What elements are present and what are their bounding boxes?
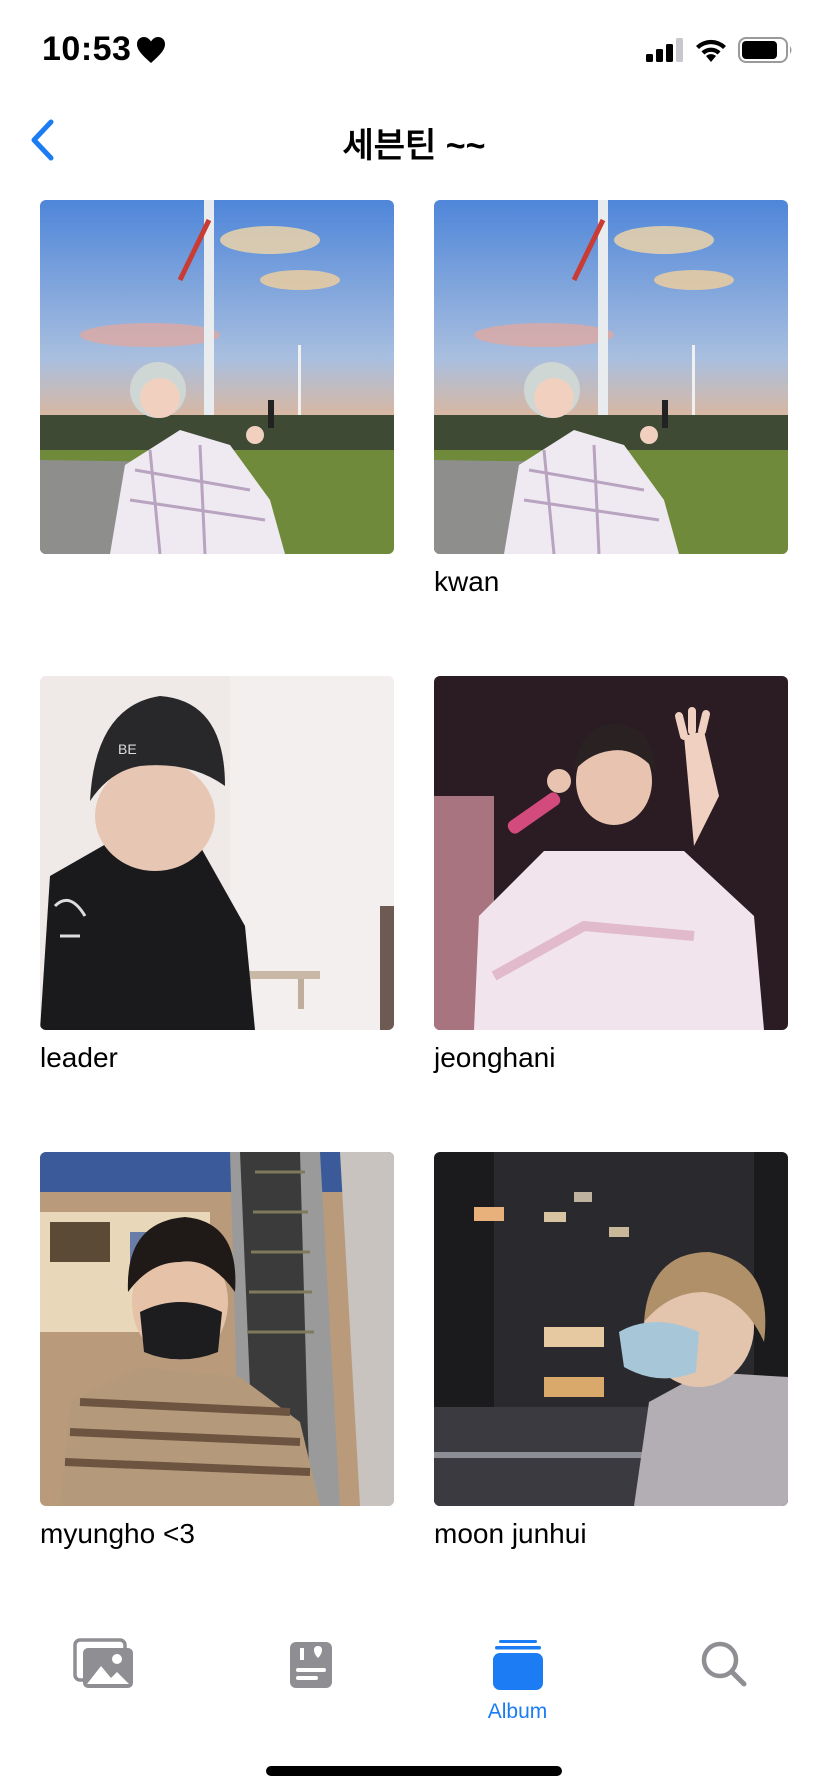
svg-text:BE: BE	[118, 741, 137, 757]
album-thumbnail	[434, 200, 788, 554]
tab-albums-label: Album	[487, 1700, 548, 1723]
album-title: kwan	[434, 566, 500, 597]
album-title: myungho <3	[40, 1518, 195, 1549]
tab-bar: Album	[0, 1620, 828, 1740]
navigation-bar: 세븐틴 ~~	[0, 100, 828, 180]
album-thumbnail	[40, 200, 394, 554]
status-bar: 10:53	[0, 0, 828, 100]
album-title: leader	[40, 1042, 118, 1073]
album-thumbnail: BE	[40, 676, 394, 1030]
album-thumbnail	[434, 676, 788, 1030]
album-grid: kwan BE leader jeonghani myungho <3 moon…	[40, 200, 788, 1556]
search-icon	[701, 1641, 746, 1687]
for-you-icon	[289, 1642, 332, 1688]
album-title	[40, 554, 394, 604]
album-card[interactable]: kwan	[434, 200, 788, 604]
page-title: 세븐틴 ~~	[342, 127, 486, 165]
wifi-icon	[696, 39, 726, 62]
status-time: 10:53	[42, 30, 132, 68]
album-thumbnail	[434, 1152, 788, 1506]
album-title: jeonghani	[434, 1042, 556, 1073]
tab-albums[interactable]: Album	[414, 1620, 621, 1740]
photos-library-icon	[72, 1638, 133, 1688]
battery-icon	[738, 37, 792, 63]
album-title: moon junhui	[434, 1518, 587, 1549]
tab-search[interactable]	[621, 1620, 828, 1740]
cellular-signal-icon	[646, 38, 683, 62]
heart-icon	[137, 37, 165, 63]
tab-library[interactable]	[0, 1620, 207, 1740]
album-thumbnail	[40, 1152, 394, 1506]
album-card[interactable]: BE leader	[40, 676, 394, 1080]
album-card[interactable]: moon junhui	[434, 1152, 788, 1556]
status-icons	[646, 36, 794, 64]
tab-for-you[interactable]	[207, 1620, 414, 1740]
album-card[interactable]: myungho <3	[40, 1152, 394, 1556]
album-card[interactable]: jeonghani	[434, 676, 788, 1080]
home-indicator	[266, 1766, 562, 1776]
albums-icon	[492, 1640, 543, 1690]
album-card[interactable]	[40, 200, 394, 604]
